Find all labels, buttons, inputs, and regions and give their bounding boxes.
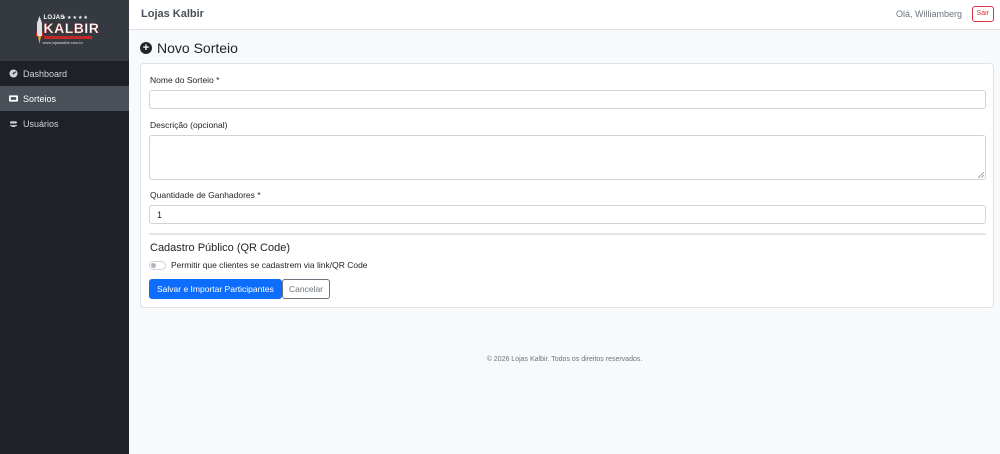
logout-button[interactable]: Sair (971, 6, 994, 22)
public-registration-title: Cadastro Público (QR Code) (150, 242, 291, 254)
resize-grip-icon[interactable] (978, 172, 984, 178)
navbar-brand[interactable]: Lojas Kalbir (141, 8, 204, 20)
raffle-name-label: Nome do Sorteio * (150, 75, 220, 85)
page-footer: © 2026 Lojas Kalbir. Todos os direitos r… (129, 356, 1000, 363)
rocket-icon (35, 15, 43, 44)
cancel-button[interactable]: Cancelar (282, 279, 331, 299)
logo-main-text: KALBIR (43, 19, 100, 36)
user-greeting: Olá, Williamberg (895, 9, 962, 19)
raffle-name-input[interactable] (149, 90, 986, 109)
sidebar-item-dashboard[interactable]: Dashboard (0, 61, 129, 86)
sidebar-item-label: Dashboard (23, 68, 68, 79)
save-and-import-button[interactable]: Salvar e Importar Participantes (149, 279, 282, 299)
footer-copyright: © 2026 Lojas Kalbir. Todos os direitos r… (486, 356, 643, 363)
page-title: Novo Sorteio (157, 40, 238, 56)
logo-url-text: www.lojaskalbir.com.br (42, 39, 83, 45)
sidebar-item-sorteios[interactable]: Sorteios (0, 86, 129, 111)
section-divider (149, 233, 986, 235)
lojas-kalbir-logo[interactable]: LOJAS ★★★★★ KALBIR www.lojaskalbir.com.b… (35, 14, 99, 48)
sidebar-item-usuarios[interactable]: Usuários (0, 111, 129, 136)
sidebar-item-label: Sorteios (23, 93, 57, 104)
ticket-icon (9, 94, 18, 103)
users-icon (9, 119, 18, 128)
new-raffle-form: Nome do Sorteio * Descrição (opcional) Q… (140, 63, 994, 308)
logo-red-band (43, 35, 92, 39)
description-wrapper (149, 135, 986, 180)
winners-quantity-label: Quantidade de Ganhadores * (150, 190, 261, 200)
public-registration-toggle[interactable] (149, 261, 166, 270)
description-label: Descrição (opcional) (150, 120, 228, 130)
sidebar: LOJAS ★★★★★ KALBIR www.lojaskalbir.com.b… (0, 0, 129, 454)
public-registration-toggle-label[interactable]: Permitir que clientes se cadastrem via l… (171, 260, 368, 270)
winners-quantity-input[interactable] (149, 205, 986, 224)
top-navbar: Lojas Kalbir Olá, Williamberg Sair (129, 0, 1000, 30)
sidebar-item-label: Usuários (23, 118, 59, 129)
description-textarea[interactable] (149, 135, 986, 180)
sidebar-nav: Dashboard Sorteios Usuários (0, 61, 129, 136)
plus-circle-icon: + (140, 42, 152, 54)
sidebar-logo-area: LOJAS ★★★★★ KALBIR www.lojaskalbir.com.b… (0, 0, 129, 61)
dashboard-gauge-icon (9, 69, 18, 78)
page-heading: + Novo Sorteio (140, 40, 238, 56)
